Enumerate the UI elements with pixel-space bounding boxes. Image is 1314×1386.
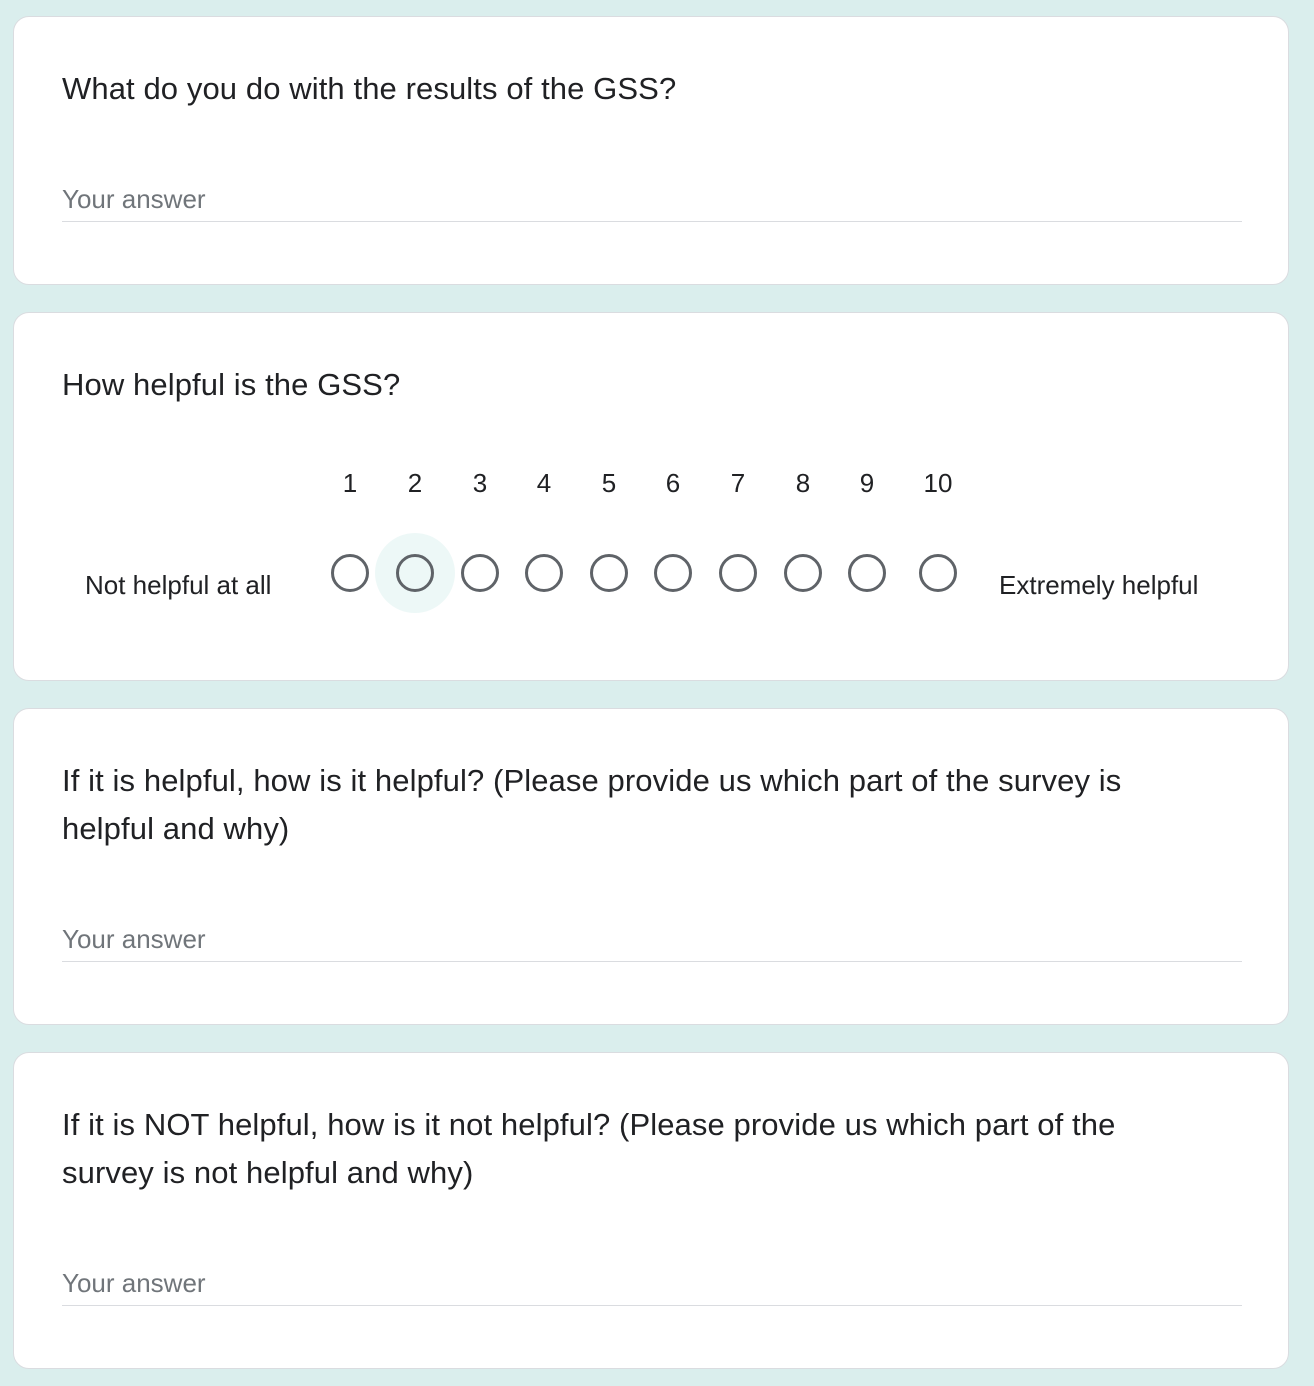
radio-circle	[719, 554, 757, 592]
scale-number-10: 10	[923, 468, 953, 498]
question-title: If it is helpful, how is it helpful? (Pl…	[62, 763, 1122, 846]
radio-option-10[interactable]	[898, 533, 978, 613]
question-title: If it is NOT helpful, how is it not help…	[62, 1107, 1116, 1190]
question-card-helpfulness: How helpful is the GSS? 1 2 3 4 5 6 7 8 …	[13, 312, 1289, 681]
question-title: What do you do with the results of the G…	[62, 71, 677, 106]
scale-number-8: 8	[795, 468, 811, 498]
scale-number-3: 3	[472, 468, 488, 498]
scale-number-1: 1	[342, 468, 358, 498]
scale-high-label: Extremely helpful	[999, 570, 1199, 600]
radio-option-9[interactable]	[827, 533, 907, 613]
scale-number-5: 5	[601, 468, 617, 498]
radio-circle	[784, 554, 822, 592]
scale-number-2: 2	[407, 468, 423, 498]
radio-circle	[396, 554, 434, 592]
radio-circle	[525, 554, 563, 592]
radio-circle	[654, 554, 692, 592]
scale-number-6: 6	[665, 468, 681, 498]
radio-circle	[331, 554, 369, 592]
radio-circle	[848, 554, 886, 592]
scale-low-label: Not helpful at all	[85, 570, 272, 600]
question-title: How helpful is the GSS?	[62, 367, 401, 402]
scale-number-7: 7	[730, 468, 746, 498]
question-card-helpful-how: If it is helpful, how is it helpful? (Pl…	[13, 708, 1289, 1025]
answer-input[interactable]	[62, 918, 1242, 962]
scale-number-4: 4	[536, 468, 552, 498]
question-card-results: What do you do with the results of the G…	[13, 16, 1289, 285]
radio-circle	[919, 554, 957, 592]
scale-number-9: 9	[859, 468, 875, 498]
radio-circle	[461, 554, 499, 592]
answer-input[interactable]	[62, 1262, 1242, 1306]
answer-input[interactable]	[62, 178, 1242, 222]
question-card-not-helpful-how: If it is NOT helpful, how is it not help…	[13, 1052, 1289, 1369]
radio-circle	[590, 554, 628, 592]
scale-numbers: 1 2 3 4 5 6 7 8 9 10	[14, 463, 1288, 503]
